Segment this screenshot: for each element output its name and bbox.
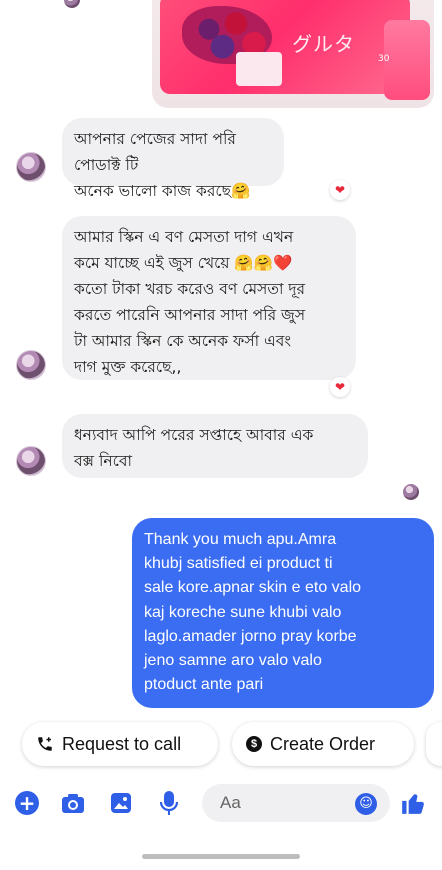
message-bubble-incoming[interactable]: আপনার পেজের সাদা পরি পোডাক্ট টি অনেক ভাল… [62,118,284,200]
plus-button[interactable]: + [14,790,40,816]
image-icon [111,793,131,813]
product-image[interactable]: グルタ 30 [152,0,434,108]
avatar [16,152,46,182]
heart-reaction-icon[interactable]: ❤ [330,377,350,397]
emoji-icon[interactable]: ☺ [355,793,377,815]
plus-icon: + [15,791,39,815]
message-line: কতো টাকা খরচ করেও বণ মেসতা দূর [74,280,306,298]
thumbs-up-icon [402,794,424,814]
request-call-chip[interactable]: Request to call [22,722,218,766]
message-line: কমে যাচ্ছে এই জুস খেয়ে 🤗🤗❤️ [74,254,293,272]
product-pouch-secondary [384,20,430,100]
camera-icon [62,794,84,813]
message-line: অনেক ভালো কাজ করছে🤗 [74,182,251,200]
request-call-label: Request to call [62,733,182,754]
message-bubble-incoming[interactable]: আমার স্কিন এ বণ মেসতা দাগ এখন কমে যাচ্ছে… [62,216,356,380]
message-bubble-incoming[interactable]: ধন্যবাদ আপি পরের সপ্তাহে আবার এক বক্স নি… [62,414,368,478]
home-indicator [142,854,300,859]
create-order-label: Create Order [270,733,376,754]
read-receipt-avatar [403,484,419,500]
microphone-icon [159,791,179,815]
message-line: khubj satisfied ei product ti [144,555,333,573]
message-line: আমার স্কিন এ বণ মেসতা দাগ এখন [74,228,294,246]
message-line: করতে পারেনি আপনার সাদা পরি জুস [74,306,306,324]
dollar-icon: $ [246,736,262,752]
product-count: 30 [378,54,390,64]
message-line: jeno samne aro valo valo [144,652,322,670]
voice-button[interactable] [156,790,182,816]
create-order-chip[interactable]: $ Create Order [232,722,414,766]
more-chip[interactable] [426,722,442,766]
product-label [236,52,282,86]
camera-button[interactable] [60,790,86,816]
message-line: দাগ মুক্ত করেছে,, [74,358,182,376]
like-button[interactable] [400,790,426,816]
message-line: টা আমার স্কিন কে অনেক ফর্সা এবং [74,332,292,350]
avatar [16,446,46,476]
message-line: sale kore.apnar skin e eto valo [144,579,362,597]
message-line: laglo.amader jorno pray korbe [144,627,357,645]
message-line: আপনার পেজের সাদা পরি পোডাক্ট টি [74,130,236,174]
gallery-button[interactable] [108,790,134,816]
heart-reaction-icon[interactable]: ❤ [330,180,350,200]
message-bubble-outgoing[interactable]: Thank you much apu.Amra khubj satisfied … [132,518,434,708]
message-line: ptoduct ante pari [144,676,264,694]
product-brand-text: グルタ [292,32,355,56]
avatar [64,0,80,8]
message-line: kaj koreche sune khubi valo [144,603,342,621]
avatar [16,350,46,380]
message-line: বক্স নিবো [74,452,132,470]
message-line: ধন্যবাদ আপি পরের সপ্তাহে আবার এক [74,426,314,444]
message-line: Thank you much apu.Amra [144,531,337,548]
phone-icon [38,737,52,751]
